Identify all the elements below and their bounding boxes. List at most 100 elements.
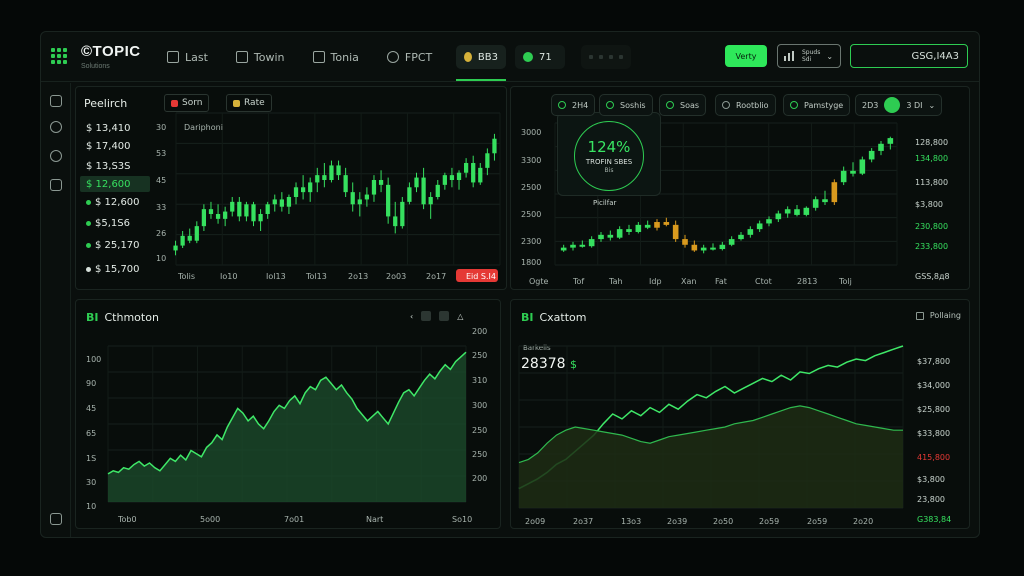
candle: [449, 175, 455, 180]
candle: [878, 143, 884, 151]
search-icon[interactable]: [50, 121, 62, 133]
y-tick-label: 26: [156, 229, 166, 238]
candle: [579, 244, 586, 247]
candle: [471, 163, 476, 183]
app-window: ©TOPIC Solutions Last Towin Tonia FPCT B…: [40, 31, 980, 538]
stat-value: 124%: [587, 138, 631, 156]
watchlist-item[interactable]: $ 15,700: [80, 261, 150, 277]
y-tick-label-right: 113,800: [915, 178, 948, 187]
menu-line-2: Sdi: [802, 56, 812, 63]
apps-grid-icon[interactable]: [51, 48, 67, 64]
coin-tab[interactable]: BB3: [456, 45, 506, 69]
candle: [378, 180, 384, 185]
coin-icon: [464, 52, 472, 62]
watchlist-item[interactable]: $ 25,170: [80, 237, 150, 253]
candle: [421, 177, 426, 205]
candle: [343, 175, 348, 193]
balance-field[interactable]: GSG,I4A3: [850, 44, 968, 68]
nav-item-fpct[interactable]: FPCT: [386, 50, 433, 64]
candle: [414, 177, 419, 188]
chart-header: Dariphoni: [184, 123, 223, 132]
nav-item-towin[interactable]: Towin: [235, 50, 285, 64]
y-tick-label: $34,000: [917, 381, 950, 390]
candle: [386, 184, 391, 217]
y-tick-label-right: GSS,8д8: [915, 272, 950, 281]
nav-label: Towin: [253, 50, 285, 64]
filter-chip[interactable]: Rootblio: [715, 94, 776, 116]
candle: [635, 224, 642, 232]
y-tick-label-right: 200: [472, 327, 487, 336]
chevron-down-icon: ⌄: [928, 100, 936, 110]
brand: ©TOPIC Solutions: [81, 43, 141, 70]
range-chip[interactable]: 2D3 3 DI ⌄: [855, 94, 943, 116]
filter-chip[interactable]: 2H4: [551, 94, 596, 116]
filter-chip[interactable]: Pamstyge: [783, 94, 851, 116]
nav-label: FPCT: [404, 50, 433, 64]
watchlist-title: Peelirch: [84, 97, 128, 110]
x-tick-label: 2o09: [525, 517, 545, 526]
x-tick-label: Tol13: [305, 272, 327, 281]
nav-item-tonia[interactable]: Tonia: [312, 51, 359, 64]
watchlist-item[interactable]: $5,1S6: [80, 215, 150, 231]
x-tick-label: Io10: [220, 272, 237, 281]
filter-chip[interactable]: Soas: [659, 94, 707, 116]
account-menu[interactable]: Spuds Sdi ⌄: [777, 44, 841, 68]
bars-icon: [784, 51, 794, 61]
candle: [794, 209, 800, 215]
status-tab[interactable]: 71: [515, 45, 565, 69]
y-tick-label: $3,800: [917, 475, 945, 484]
nav-item-last[interactable]: Last: [167, 51, 208, 64]
candle: [357, 199, 362, 205]
item-value: $ 25,170: [95, 239, 140, 251]
badge-label: Eid S.I4: [466, 272, 496, 281]
dashboard-icon[interactable]: [50, 95, 62, 107]
y-tick-label-right: 310: [472, 376, 487, 385]
x-tick-label: 2o39: [667, 517, 687, 526]
wallet-icon: [235, 51, 248, 63]
toggle-on-icon: [884, 97, 901, 113]
item-value: $ 15,700: [95, 263, 140, 275]
y-tick-label: 1800: [521, 258, 541, 267]
watchlist-item[interactable]: $ 13,S3S: [80, 158, 150, 174]
y-tick-label: 2500: [521, 183, 541, 192]
circle-icon: [666, 101, 674, 109]
main-nav: Last Towin Tonia FPCT: [167, 46, 460, 68]
candle: [803, 207, 810, 215]
watchlist-panel: Peelirch Sorn Rate $ 13,410 $ 17,400 $ 1…: [75, 86, 507, 290]
candlestick-chart[interactable]: 30 53 45 33 26 10 Tolis Io10 Iol13 Tol13 2o13 2o03 2…: [154, 89, 506, 289]
filter-chip[interactable]: Soshis: [599, 94, 653, 116]
candle: [766, 219, 772, 224]
candle: [644, 224, 651, 228]
watchlist-item[interactable]: $ 17,400: [80, 138, 150, 154]
candle: [478, 167, 483, 183]
area-chart[interactable]: 100 90 45 65 1S 30 10 200 250 310 300 250 250 200 Tob0…: [76, 302, 500, 528]
item-value: $ 13,410: [86, 122, 131, 134]
primary-button[interactable]: Verty: [725, 45, 767, 67]
candle: [840, 170, 847, 183]
y-tick-label: 30: [156, 123, 166, 132]
candle: [244, 204, 249, 217]
x-tick-label: 2o50: [713, 517, 733, 526]
x-tick-label: Iol13: [266, 272, 286, 281]
watchlist-item[interactable]: $ 13,410: [80, 120, 150, 136]
stat-caption: Picilfar: [593, 199, 617, 207]
watchlist-item-active[interactable]: $ 12,600: [80, 176, 150, 192]
candle: [393, 216, 398, 227]
candle: [237, 201, 242, 217]
y-tick-label-right: 300: [472, 401, 487, 410]
candle: [208, 209, 214, 214]
watchlist-item[interactable]: $ 12,600: [80, 194, 150, 210]
more-tab[interactable]: [581, 45, 631, 69]
area-panel: BI Cthmoton ‹ △ 100 90 45 65 1S 30 10 200 250 310 3…: [75, 299, 501, 529]
line-chart[interactable]: $37,800 $34,000 $25,800 $33,800 415,800 $3,80…: [511, 302, 969, 528]
candle: [286, 197, 292, 207]
candle: [215, 214, 221, 219]
candle: [560, 247, 567, 251]
logout-icon[interactable]: [50, 513, 62, 525]
briefcase-icon[interactable]: [50, 179, 62, 191]
settings-icon[interactable]: [50, 150, 62, 162]
candle: [663, 222, 670, 225]
y-tick-label: $25,800: [917, 405, 950, 414]
y-tick-label-right: 250: [472, 450, 487, 459]
y-tick-label: 2500: [521, 210, 541, 219]
